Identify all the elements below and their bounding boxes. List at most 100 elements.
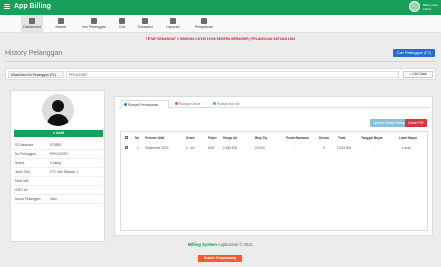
- print-pdf-button[interactable]: Cetak PDF: [404, 119, 427, 127]
- menu-laporan[interactable]: Laporan: [162, 15, 184, 33]
- info-row-id-database: ID Database 873885: [14, 141, 103, 150]
- column-header: Harga Air: [223, 136, 238, 140]
- row-checkbox[interactable]: [125, 146, 128, 149]
- settings-icon: [201, 18, 207, 24]
- customer-profile-panel: ● Aktif ID Database 873885 No Pelanggan …: [10, 90, 105, 242]
- table-cell: -: [375, 146, 377, 150]
- info-label: SSID Wi: [15, 188, 28, 192]
- history-tabs: Riwayat Pembayaran Riwayat Online Riwaya…: [119, 100, 430, 108]
- search-customer-button[interactable]: Cari Pelanggan (F2): [392, 49, 435, 57]
- info-row-merk-wifi: Merk Wifi: [14, 177, 103, 186]
- info-row-status: Status 0 Aktifg: [14, 159, 103, 168]
- tab-riwayat-pembayaran[interactable]: Riwayat Pembayaran: [121, 100, 169, 108]
- online-icon: [175, 102, 178, 105]
- user-info: Billing User Admin: [423, 3, 438, 11]
- avatar-head: [52, 100, 64, 112]
- column-header: Biay Tip: [255, 136, 268, 140]
- customer-number-input[interactable]: PPKU22097: [66, 71, 399, 78]
- search-panel: Masukkan No Pelanggan (F1) PPKU22097 ⌕ C…: [5, 68, 436, 80]
- customer-status-text: Aktif: [56, 131, 65, 135]
- menu-pengaturan[interactable]: Pengaturan: [190, 15, 218, 33]
- column-header: Tanggal Bayar: [361, 136, 383, 140]
- check-data-button[interactable]: ⌕ Cek Data: [403, 71, 433, 78]
- column-header: PowerBanasan: [286, 136, 309, 140]
- info-label: Merk Wifi: [15, 179, 29, 183]
- table-cell: 0: [323, 146, 325, 150]
- customer-status-badge: ● Aktif: [14, 130, 103, 137]
- select-all-checkbox[interactable]: [125, 136, 128, 139]
- user-menu[interactable]: Billing User Admin: [408, 1, 438, 12]
- table-cell: 0 - 4H: [186, 146, 195, 150]
- title-divider: [5, 61, 436, 62]
- menu-tool-label: Tool: [118, 25, 126, 29]
- tool-icon: [119, 18, 125, 24]
- menu-tool[interactable]: Tool: [115, 15, 129, 33]
- table-cell: 2.486.000: [223, 146, 238, 150]
- users-icon: [91, 18, 97, 24]
- warning-banner: TETAP SEMANGAT !! SEMOGA COVID 19 INI SE…: [145, 37, 296, 41]
- payment-icon: [124, 103, 127, 106]
- page-title: History Pelanggan: [5, 50, 63, 57]
- info-label: ID Database: [15, 143, 34, 147]
- menu-master-label: Master: [55, 25, 67, 29]
- menu-master[interactable]: Master: [51, 15, 71, 33]
- report-icon: [170, 18, 176, 24]
- tab-riwayat-online[interactable]: Riwayat Online: [173, 100, 209, 108]
- column-header: Total: [338, 136, 346, 140]
- info-label: No Pelanggan: [15, 152, 36, 156]
- tab-label: Riwayat Bon Air: [217, 102, 240, 106]
- app-header: App Billing Billing User Admin: [0, 0, 441, 15]
- customer-number-label: Masukkan No Pelanggan (F1): [8, 71, 64, 78]
- info-label: Status: [15, 161, 25, 165]
- info-value: PPKU22097: [50, 152, 69, 156]
- user-avatar[interactable]: [408, 1, 420, 12]
- menu-toggle-icon[interactable]: [4, 4, 10, 9]
- table-cell: Lunas: [402, 146, 411, 150]
- column-header: Paket: [208, 136, 217, 140]
- footer-brand: Billing System: [187, 242, 217, 247]
- tab-label: Riwayat Online: [179, 102, 201, 106]
- customer-avatar-icon: [42, 94, 74, 126]
- column-header: Denda: [319, 136, 329, 140]
- table-cell: 22.000: [255, 146, 265, 150]
- footer-copyright: Billing System Application © 2021: [0, 242, 441, 247]
- menu-transaksi[interactable]: Transaksi: [134, 15, 156, 33]
- column-header: Periode Nilai: [145, 136, 165, 140]
- water-icon: [213, 102, 216, 105]
- tab-label: Riwayat Pembayaran: [128, 103, 159, 107]
- menu-dashboard-label: Dashboard: [23, 25, 41, 29]
- info-label: Jenis Tarif: [15, 170, 30, 174]
- table-cell: SAR: [208, 146, 215, 150]
- info-row-nama-pelanggan: Nama Pelanggan Joko: [14, 195, 103, 204]
- info-row-jenis-tarif: Jenis Tarif FTC Mitr Standar 1: [14, 168, 103, 177]
- app-title: App Billing: [14, 3, 51, 10]
- info-value: FTC Mitr Standar 1: [50, 170, 79, 174]
- info-label: Nama Pelanggan: [15, 197, 41, 201]
- info-row-ssid-wifi: SSID Wi: [14, 186, 103, 195]
- info-value: Joko: [50, 197, 57, 201]
- dashboard-icon: [29, 18, 35, 24]
- footer-suffix: Application © 2021: [216, 242, 253, 247]
- menu-pengaturan-label: Pengaturan: [194, 25, 214, 29]
- user-role: Admin: [422, 6, 432, 11]
- table-cell: 1: [137, 146, 139, 150]
- menu-info-pelanggan[interactable]: Info Pelanggan: [78, 15, 110, 33]
- avatar-body: [47, 114, 69, 126]
- tab-riwayat-bon-air[interactable]: Riwayat Bon Air: [211, 100, 251, 108]
- master-icon: [58, 18, 64, 24]
- info-row-no-pelanggan: No Pelanggan PPKU22097: [14, 150, 103, 159]
- transaction-icon: [142, 18, 148, 24]
- info-value: 873885: [50, 143, 62, 147]
- history-panel: Riwayat Pembayaran Riwayat Online Riwaya…: [114, 96, 433, 236]
- column-header: Grant: [186, 136, 195, 140]
- check-data-label: Cek Data: [412, 72, 427, 76]
- table-cell: 2.524.000: [337, 146, 352, 150]
- app-brand[interactable]: App Billing: [4, 3, 51, 10]
- payment-history-table: No Periode Nilai Grant Paket Harga Air B…: [120, 131, 428, 231]
- support-button[interactable]: Dukuh Tenpanbang: [198, 255, 242, 262]
- menu-transaksi-label: Transaksi: [137, 25, 153, 29]
- main-menu: Dashboard Master Info Pelanggan Tool Tra…: [0, 15, 441, 33]
- table-cell: September 2022: [145, 146, 169, 150]
- menu-info-pelanggan-label: Info Pelanggan: [81, 25, 107, 29]
- menu-dashboard[interactable]: Dashboard: [21, 15, 43, 33]
